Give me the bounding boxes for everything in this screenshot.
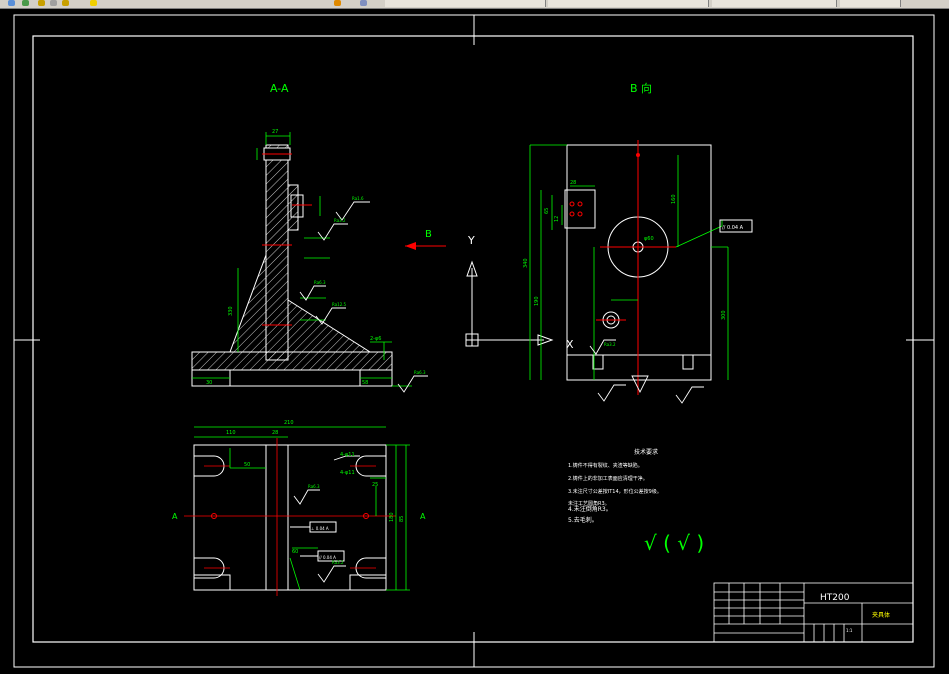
rough-ra16-a: Ra1.6 [352,196,364,201]
dim-160: 160 [671,194,677,204]
rough-ra32-a: Ra3.2 [334,218,346,223]
tech-item-2: 2.铸件上的非加工表面应清理干净。 [568,475,648,482]
dim-4phi11-a: 4-φ11 [340,452,355,458]
tech-item-6: 5.去毛刺。 [568,516,598,524]
rough-ra32-b: Ra3.2 [604,342,616,347]
rough-ra63-top: Ra6.3 [308,484,320,489]
dim-110: 110 [226,430,236,436]
top-view: ⊥ 0.04 A // 0.04 A 210 110 28 50 4-φ11 4… [172,420,426,596]
outer-frame [13,14,935,668]
svg-text:B: B [425,229,432,240]
title-name: 夹具体 [872,611,890,619]
rough-ra125-a: Ra12.5 [332,302,347,307]
view-arrow-b: B [405,229,446,250]
rough-ra63-b: Ra6.3 [414,370,426,375]
section-mark-left: A [172,512,178,521]
dim-58: 58 [362,380,368,386]
layer-icon[interactable] [360,0,367,6]
color-icon[interactable] [90,0,97,6]
dim-28-b: 28 [570,180,576,186]
dim-330: 330 [228,306,234,316]
tech-item-5: 4.未注倒角R3。 [568,505,612,513]
dim-27: 27 [272,129,278,135]
dim-210: 210 [284,420,294,426]
drawing-canvas[interactable]: A-A 27 330 30 58 2-φ6 Ra1.6 Ra3.2 Ra6.3 … [0,9,949,674]
dim-85: 85 [399,516,405,522]
properties-icon[interactable] [334,0,341,6]
title-scale: 1:1 [846,628,853,633]
dim-4phi11-b: 4-φ11 [340,470,355,476]
rough-symbols: √ ( √ ) [644,531,704,555]
svg-text:Y: Y [467,234,475,247]
tol-parallel-b: // 0.04 A [722,225,744,231]
linetype-dropdown[interactable] [712,0,837,7]
title-material: HT200 [820,593,850,603]
dim-2phi6: 2-φ6 [370,336,381,342]
dim-340: 340 [523,258,529,268]
dim-50: 50 [244,462,250,468]
tol-perp: ⊥ 0.04 A [311,526,329,531]
ucs-icon: Y X [465,234,574,351]
dim-phi60: φ60 [644,236,654,242]
dim-65: 65 [544,208,550,214]
section-mark-right: A [420,512,426,521]
dim-28-top: 28 [272,430,278,436]
tech-item-1: 1.铸件不得有裂纹、夹渣等缺陷。 [568,462,643,469]
save-icon[interactable] [22,0,29,6]
technical-requirements: 技术要求 1.铸件不得有裂纹、夹渣等缺陷。 2.铸件上的非加工表面应清理干净。 … [568,448,704,555]
section-aa-title: A-A [270,82,289,95]
layer-dropdown[interactable] [385,0,546,7]
dim-300: 300 [721,310,727,320]
inner-frame [32,35,914,643]
cad-drawing[interactable]: A-A 27 330 30 58 2-φ6 Ra1.6 Ra3.2 Ra6.3 … [0,9,949,674]
tech-item-3: 3.未注尺寸公差按IT14，形位公差按9级。 [568,488,662,495]
rough-ra63-a: Ra6.3 [314,280,326,285]
open-icon[interactable] [8,0,15,6]
color-dropdown[interactable] [548,0,709,7]
tech-title: 技术要求 [634,448,658,456]
dim-60: 60 [292,549,298,555]
dim-30-left: 30 [206,380,212,386]
dim-190: 190 [534,296,540,306]
view-b: // 0.04 A 65 12 340 190 160 300 φ60 28 R… [523,140,753,404]
preview-icon[interactable] [50,0,57,6]
lineweight-dropdown[interactable] [840,0,901,7]
section-aa-view: 27 330 30 58 2-φ6 Ra1.6 Ra3.2 Ra6.3 Ra12… [191,129,428,393]
print-icon[interactable] [38,0,45,6]
dim-12: 12 [554,216,560,222]
match-icon[interactable] [62,0,69,6]
rough-ra32-top: Ra3.2 [332,560,344,565]
dim-180: 180 [389,512,395,522]
dim-25: 25 [372,482,378,488]
view-b-title: B 向 [630,81,652,95]
toolbar-strip [0,0,949,9]
